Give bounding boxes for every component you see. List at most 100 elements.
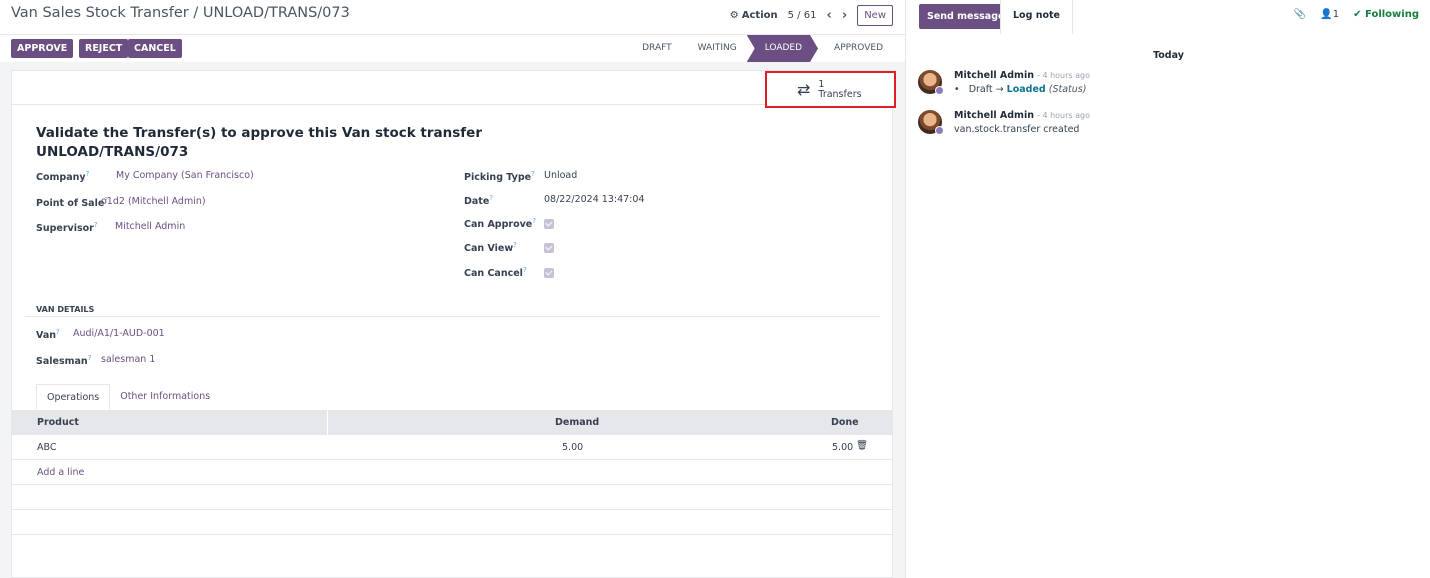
date-value[interactable]: 08/22/2024 13:47:04 bbox=[544, 194, 644, 205]
field-picking-type: Picking Type? Unload bbox=[464, 170, 764, 183]
new-value: Loaded bbox=[1006, 84, 1046, 95]
field-can-approve: Can Approve? bbox=[464, 217, 764, 230]
field-van: Van? Audi/A1/1-AUD-001 bbox=[36, 328, 436, 341]
person-icon: 👤 bbox=[1320, 9, 1333, 20]
stage-draft[interactable]: DRAFT bbox=[630, 35, 682, 62]
message-time: - 4 hours ago bbox=[1037, 111, 1090, 120]
label-company: Company? bbox=[36, 170, 90, 184]
col-done[interactable]: Done bbox=[831, 417, 859, 428]
message-item: Mitchell Admin - 4 hours ago • Draft → L… bbox=[918, 70, 1418, 100]
col-product[interactable]: Product bbox=[37, 417, 79, 428]
message-time: - 4 hours ago bbox=[1037, 71, 1090, 80]
label-point-of-sale: Point of Sale? bbox=[36, 196, 108, 210]
avatar[interactable] bbox=[918, 70, 944, 95]
operations-table: Product Demand Done ABC 5.00 5.00 🗑 Add … bbox=[12, 410, 892, 535]
can-cancel-checkbox[interactable] bbox=[544, 268, 554, 278]
row-demand: 5.00 bbox=[562, 442, 584, 453]
title-line-2: UNLOAD/TRANS/073 bbox=[36, 144, 189, 160]
label-picking-type: Picking Type? bbox=[464, 170, 535, 184]
label-can-cancel: Can Cancel? bbox=[464, 266, 527, 280]
table-row[interactable]: ABC 5.00 5.00 🗑 bbox=[12, 435, 892, 460]
chatter-actions: 📎 👤1 ✔ Following bbox=[1294, 9, 1419, 20]
send-message-button[interactable]: Send message bbox=[919, 4, 1013, 29]
field-supervisor: Supervisor? Mitchell Admin bbox=[36, 221, 436, 234]
followers-button[interactable]: 👤1 bbox=[1320, 9, 1339, 20]
pager-previous-icon[interactable]: ‹ bbox=[826, 9, 831, 22]
label-date: Date? bbox=[464, 194, 493, 208]
can-approve-checkbox[interactable] bbox=[544, 219, 554, 229]
field-can-view: Can View? bbox=[464, 241, 764, 254]
supervisor-value[interactable]: Mitchell Admin bbox=[115, 221, 185, 232]
page-title: Validate the Transfer(s) to approve this… bbox=[36, 124, 482, 162]
status-dot-icon bbox=[935, 126, 944, 135]
new-button[interactable]: New bbox=[857, 5, 893, 26]
gear-icon: ⚙ bbox=[729, 10, 739, 21]
field-salesman: Salesman? salesman 1 bbox=[36, 354, 436, 367]
message-item: Mitchell Admin - 4 hours ago van.stock.t… bbox=[918, 110, 1418, 140]
label-van: Van? bbox=[36, 328, 60, 342]
tracking-value: • Draft → Loaded (Status) bbox=[954, 84, 1086, 95]
cancel-button[interactable]: CANCEL bbox=[128, 39, 182, 58]
tracked-field: (Status) bbox=[1048, 84, 1087, 95]
label-can-view: Can View? bbox=[464, 241, 517, 255]
empty-row bbox=[12, 510, 892, 535]
title-line-1: Validate the Transfer(s) to approve this… bbox=[36, 125, 482, 141]
add-line-button[interactable]: Add a line bbox=[37, 467, 84, 478]
pager-next-icon[interactable]: › bbox=[842, 9, 847, 22]
empty-row bbox=[12, 485, 892, 510]
company-value[interactable]: My Company (San Francisco) bbox=[116, 170, 254, 181]
table-header: Product Demand Done bbox=[12, 410, 892, 435]
chatter-topbar: Send message Log note 📎 👤1 ✔ Following bbox=[906, 0, 1430, 34]
col-demand[interactable]: Demand bbox=[555, 417, 599, 428]
label-can-approve: Can Approve? bbox=[464, 217, 536, 231]
following-label: Following bbox=[1365, 9, 1419, 20]
bullet-icon: • bbox=[954, 84, 966, 95]
date-separator: Today bbox=[1153, 50, 1184, 61]
tab-other-informations[interactable]: Other Informations bbox=[110, 384, 220, 410]
field-point-of-sale: Point of Sale? o1d2 (Mitchell Admin) bbox=[36, 196, 436, 209]
picking-type-value[interactable]: Unload bbox=[544, 170, 577, 181]
approve-button[interactable]: APPROVE bbox=[11, 39, 74, 58]
van-value[interactable]: Audi/A1/1-AUD-001 bbox=[73, 328, 165, 339]
pager-value[interactable]: 5 / 61 bbox=[788, 10, 817, 21]
transfers-smart-button[interactable]: ⇄ 1 Transfers bbox=[765, 71, 896, 108]
log-note-button[interactable]: Log note bbox=[1000, 0, 1073, 34]
paperclip-icon[interactable]: 📎 bbox=[1294, 9, 1306, 20]
chatter: Send message Log note 📎 👤1 ✔ Following T… bbox=[905, 0, 1430, 578]
old-value: Draft bbox=[968, 84, 993, 95]
following-button[interactable]: ✔ Following bbox=[1353, 9, 1419, 20]
field-company: Company? My Company (San Francisco) bbox=[36, 170, 436, 183]
field-date: Date? 08/22/2024 13:47:04 bbox=[464, 194, 764, 207]
message-author[interactable]: Mitchell Admin bbox=[954, 70, 1034, 81]
avatar[interactable] bbox=[918, 110, 944, 135]
status-dot-icon bbox=[935, 86, 944, 95]
stage-waiting[interactable]: WAITING bbox=[682, 35, 747, 62]
trash-icon[interactable]: 🗑 bbox=[856, 440, 868, 451]
add-line-row: Add a line bbox=[12, 460, 892, 485]
followers-count: 1 bbox=[1332, 9, 1340, 20]
field-can-cancel: Can Cancel? bbox=[464, 266, 764, 279]
stage-approved[interactable]: APPROVED bbox=[818, 35, 893, 62]
transfers-label: Transfers bbox=[818, 88, 862, 100]
tab-operations[interactable]: Operations bbox=[36, 384, 111, 410]
breadcrumb[interactable]: Van Sales Stock Transfer / UNLOAD/TRANS/… bbox=[11, 5, 350, 21]
label-supervisor: Supervisor? bbox=[36, 221, 98, 235]
row-product: ABC bbox=[37, 442, 57, 453]
salesman-value[interactable]: salesman 1 bbox=[101, 354, 155, 365]
action-menu-button[interactable]: ⚙ Action bbox=[730, 10, 778, 21]
stage-loaded[interactable]: LOADED bbox=[747, 35, 818, 62]
button-box bbox=[12, 71, 892, 105]
action-bar: APPROVE REJECT CANCEL DRAFT WAITING LOAD… bbox=[0, 34, 905, 62]
pager: ⚙ Action 5 / 61 ‹ › New bbox=[730, 5, 893, 26]
status-bar: DRAFT WAITING LOADED APPROVED bbox=[630, 35, 893, 62]
van-details-heading: VAN DETAILS bbox=[36, 305, 95, 314]
transfer-arrows-icon: ⇄ bbox=[797, 80, 811, 99]
message-author[interactable]: Mitchell Admin bbox=[954, 110, 1034, 121]
can-view-checkbox[interactable] bbox=[544, 243, 554, 253]
reject-button[interactable]: REJECT bbox=[79, 39, 129, 58]
smart-button-text: 1 Transfers bbox=[818, 79, 862, 100]
check-icon: ✔ bbox=[1353, 9, 1366, 20]
point-of-sale-value[interactable]: o1d2 (Mitchell Admin) bbox=[101, 196, 206, 207]
action-label: Action bbox=[741, 10, 778, 21]
message-header: Mitchell Admin - 4 hours ago bbox=[954, 110, 1090, 121]
